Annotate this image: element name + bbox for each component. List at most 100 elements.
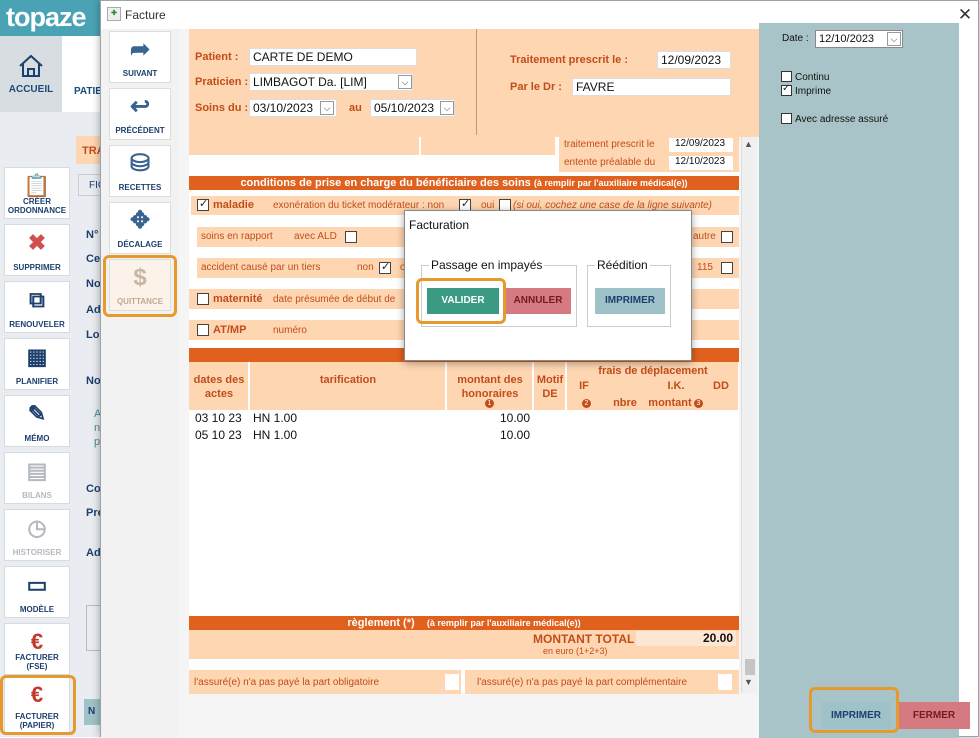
nav-button-label: SUIVANT xyxy=(122,69,158,78)
sidebar-button[interactable]: € FACTURER (FSE) xyxy=(4,623,70,675)
prescription-icon: 📋 xyxy=(23,173,51,198)
footnote-3-icon: 3 xyxy=(694,399,703,408)
continu-checkbox[interactable] xyxy=(781,71,792,82)
vertical-scrollbar[interactable]: ▲ ▼ xyxy=(741,137,757,693)
report-icon: ▤ xyxy=(26,458,48,483)
coins-icon: ⛁ xyxy=(129,150,151,177)
n115-checkbox[interactable] xyxy=(721,262,733,274)
autre-checkbox[interactable] xyxy=(721,231,733,243)
patient-field[interactable]: CARTE DE DEMO xyxy=(249,48,417,66)
avec-adresse-label: Avec adresse assuré xyxy=(795,114,889,125)
col-montant-ik: montant xyxy=(648,397,692,409)
home-icon xyxy=(19,54,43,77)
nav-button[interactable]: ➦ SUIVANT xyxy=(109,31,171,83)
renew-icon: ⧉ xyxy=(29,287,45,312)
cancel-button[interactable]: ANNULER xyxy=(505,288,571,314)
bg-tab-fragment: TRA xyxy=(76,136,105,164)
total-value: 20.00 xyxy=(636,631,736,646)
col-tarification: tarification xyxy=(319,374,377,386)
validate-button[interactable]: VALIDER xyxy=(427,288,499,314)
numero-label: numéro xyxy=(273,325,307,336)
avec-ald-checkbox[interactable] xyxy=(345,231,357,243)
continu-label: Continu xyxy=(795,72,830,83)
home-tab[interactable]: ACCUEIL xyxy=(0,36,62,112)
sidebar-button-label: SUPPRIMER xyxy=(13,263,61,272)
nav-button-label: QUITTANCE xyxy=(116,297,164,306)
template-icon: ▭ xyxy=(26,572,48,597)
par-dr-label: Par le Dr : xyxy=(510,81,562,93)
sidebar-button-label: BILANS xyxy=(22,491,52,500)
sidebar-button-label: FACTURER (PAPIER) xyxy=(15,712,59,730)
memo-icon: ✎ xyxy=(27,401,47,426)
act-montant: 10.00 xyxy=(500,428,531,442)
sidebar-button[interactable]: € FACTURER (PAPIER) xyxy=(4,676,70,734)
chevron-down-icon[interactable]: ⌵ xyxy=(398,75,412,89)
act-date: 03 10 23 xyxy=(195,411,242,425)
autre-label: autre xyxy=(693,231,716,242)
nav-button[interactable]: ↩ PRÉCÉDENT xyxy=(109,88,171,140)
sidebar-button[interactable]: ⧉ RENOUVELER xyxy=(4,281,70,333)
par-dr-field[interactable]: FAVRE xyxy=(572,78,731,96)
chevron-down-icon[interactable]: ⌵ xyxy=(887,32,901,46)
total-label: MONTANT TOTAL xyxy=(533,632,635,646)
sidebar-button[interactable]: ✎ MÉMO xyxy=(4,395,70,447)
nav-button[interactable]: ⛁ RECETTES xyxy=(109,145,171,197)
assure-oblig-label: l'assuré(e) n'a pas payé la part obligat… xyxy=(194,677,380,688)
bg-label-fragment: Co xyxy=(86,483,101,495)
sidebar-button[interactable]: 📋 CRÉER ORDONNANCE xyxy=(4,167,70,219)
euro-paper-icon: € xyxy=(30,682,44,707)
reprint-button[interactable]: IMPRIMER xyxy=(595,288,665,314)
assure-oblig-checkbox[interactable] xyxy=(445,674,459,690)
soins-label: Soins du : xyxy=(195,102,249,114)
entente-value: 12/10/2023 xyxy=(669,156,733,170)
maladie-checkbox[interactable] xyxy=(197,197,209,211)
patient-tab-label: PATIE xyxy=(74,86,102,97)
print-button[interactable]: IMPRIMER xyxy=(821,702,891,729)
maternite-checkbox[interactable] xyxy=(197,293,209,305)
traitement-field[interactable]: 12/09/2023 xyxy=(657,51,731,69)
nav-button-label: PRÉCÉDENT xyxy=(115,126,165,135)
assure-compl-checkbox[interactable] xyxy=(718,674,732,690)
scroll-down-icon[interactable]: ▼ xyxy=(744,677,753,687)
impayes-group-label: Passage en impayés xyxy=(429,258,545,272)
n115-label: 115 xyxy=(697,262,713,273)
close-button[interactable]: FERMER xyxy=(898,702,970,729)
nav-button[interactable]: ✥ DÉCALAGE xyxy=(109,202,171,254)
sidebar-button-label: MODÈLE xyxy=(19,605,55,614)
sidebar-button[interactable]: ▦ PLANIFIER xyxy=(4,338,70,390)
close-icon[interactable]: ✕ xyxy=(955,5,975,25)
avec-ald-label: avec ALD xyxy=(294,231,337,242)
receipt-icon: $ xyxy=(133,264,147,291)
nav-button-label: RECETTES xyxy=(118,183,162,192)
date-label: Date : xyxy=(782,33,809,44)
accident-non-checkbox[interactable] xyxy=(379,260,391,274)
bg-label-fragment: N° xyxy=(86,229,99,241)
praticien-select[interactable]: LIMBAGOT Da. [LIM] xyxy=(249,73,413,91)
bg-box-fragment xyxy=(86,605,100,651)
soins-rapport-label: soins en rapport xyxy=(201,231,273,242)
dialog-app-icon: ✚ xyxy=(107,7,121,21)
patient-label: Patient : xyxy=(195,51,239,63)
scroll-thumb[interactable] xyxy=(745,659,755,675)
avec-adresse-checkbox[interactable] xyxy=(781,113,792,124)
sidebar-button-label: HISTORISER xyxy=(12,548,62,557)
chevron-down-icon[interactable]: ⌵ xyxy=(320,101,334,115)
reglement-header: règlement (*) (à remplir par l'auxiliair… xyxy=(189,616,739,630)
sidebar-button[interactable]: ✖ SUPPRIMER xyxy=(4,224,70,276)
scroll-up-icon[interactable]: ▲ xyxy=(744,139,753,149)
traitement-prescrit-value: 12/09/2023 xyxy=(669,138,733,152)
traitement-prescrit-label: traitement prescrit le xyxy=(564,139,655,150)
bg-label-fragment: No xyxy=(86,375,101,387)
imprime-checkbox[interactable] xyxy=(781,83,792,96)
patient-tab[interactable]: PATIE xyxy=(62,36,102,112)
sidebar-button[interactable]: ▭ MODÈLE xyxy=(4,566,70,618)
atmp-checkbox[interactable] xyxy=(197,324,209,336)
accident-label: accident causé par un tiers xyxy=(201,262,321,273)
chevron-down-icon[interactable]: ⌵ xyxy=(440,101,454,115)
maternite-label: maternité xyxy=(213,293,263,305)
act-montant: 10.00 xyxy=(500,411,531,425)
calendar-icon: ▦ xyxy=(26,344,48,369)
sidebar-button: ◷ HISTORISER xyxy=(4,509,70,561)
bg-label-fragment: No xyxy=(86,278,101,290)
act-tarif: HN 1.00 xyxy=(253,428,298,442)
